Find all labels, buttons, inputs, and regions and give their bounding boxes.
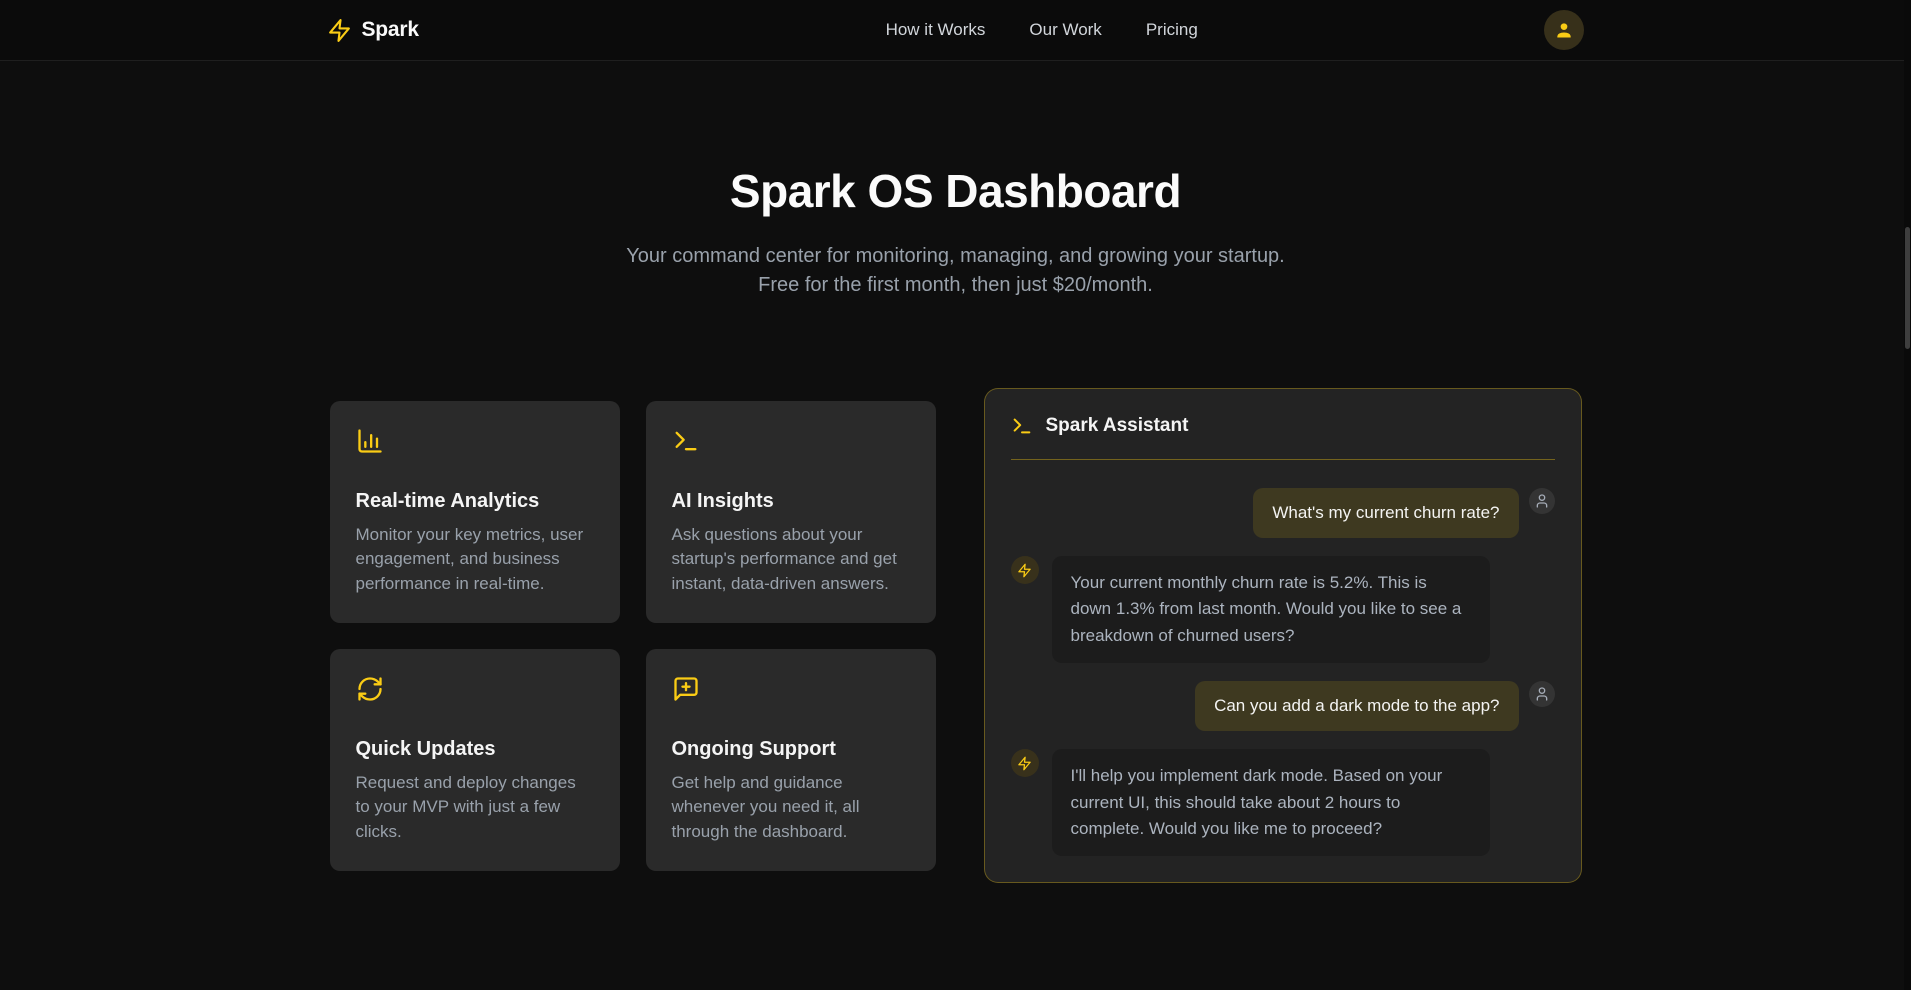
bolt-icon [327, 18, 352, 43]
page-scrollbar-thumb[interactable] [1905, 227, 1910, 349]
user-message-bubble: Can you add a dark mode to the app? [1195, 681, 1518, 731]
user-icon [1534, 686, 1550, 702]
page-scrollbar-track[interactable] [1904, 0, 1911, 990]
feature-grid: Real-time Analytics Monitor your key met… [330, 401, 936, 871]
nav-links: How it Works Our Work Pricing [886, 20, 1198, 40]
feature-description: Request and deploy changes to your MVP w… [356, 771, 594, 845]
refresh-icon [356, 675, 384, 703]
user-icon [1534, 493, 1550, 509]
message-square-plus-icon [672, 675, 700, 703]
account-avatar-button[interactable] [1544, 10, 1584, 50]
feature-card-ai-insights: AI Insights Ask questions about your sta… [646, 401, 936, 623]
terminal-icon [672, 427, 700, 455]
feature-title: Real-time Analytics [356, 490, 594, 513]
user-message-bubble: What's my current churn rate? [1253, 488, 1518, 538]
terminal-icon [1011, 415, 1033, 437]
user-icon [1554, 20, 1574, 40]
nav-link-pricing[interactable]: Pricing [1146, 20, 1198, 40]
feature-title: Quick Updates [356, 738, 594, 761]
assistant-panel-header: Spark Assistant [1011, 415, 1555, 437]
panel-divider [1011, 459, 1555, 460]
user-avatar [1529, 488, 1555, 514]
spark-assistant-panel: Spark Assistant What's my current churn … [984, 388, 1582, 883]
chat-message-assistant: Your current monthly churn rate is 5.2%.… [1011, 556, 1555, 663]
hero-section: Spark OS Dashboard Your command center f… [0, 61, 1911, 300]
feature-title: Ongoing Support [672, 738, 910, 761]
brand-logo[interactable]: Spark [327, 18, 419, 43]
feature-card-realtime-analytics: Real-time Analytics Monitor your key met… [330, 401, 620, 623]
chat-message-assistant: I'll help you implement dark mode. Based… [1011, 749, 1555, 856]
assistant-avatar [1011, 556, 1039, 584]
bolt-icon [1017, 756, 1032, 771]
bolt-icon [1017, 563, 1032, 578]
nav-link-our-work[interactable]: Our Work [1029, 20, 1101, 40]
main-content: Real-time Analytics Monitor your key met… [0, 388, 1911, 883]
assistant-panel-title: Spark Assistant [1046, 415, 1189, 437]
assistant-message-bubble: I'll help you implement dark mode. Based… [1052, 749, 1490, 856]
feature-card-quick-updates: Quick Updates Request and deploy changes… [330, 649, 620, 871]
chat-messages: What's my current churn rate? Your curre… [1011, 488, 1555, 856]
chat-message-user: Can you add a dark mode to the app? [1011, 681, 1555, 731]
feature-description: Get help and guidance whenever you need … [672, 771, 910, 845]
page-subtitle: Your command center for monitoring, mana… [616, 242, 1296, 300]
user-avatar [1529, 681, 1555, 707]
feature-description: Ask questions about your startup's perfo… [672, 523, 910, 597]
feature-description: Monitor your key metrics, user engagemen… [356, 523, 594, 597]
page-title: Spark OS Dashboard [0, 164, 1911, 218]
assistant-message-bubble: Your current monthly churn rate is 5.2%.… [1052, 556, 1490, 663]
nav-container: Spark How it Works Our Work Pricing [327, 10, 1585, 50]
top-nav: Spark How it Works Our Work Pricing [0, 0, 1911, 61]
bar-chart-icon [356, 427, 384, 455]
feature-card-ongoing-support: Ongoing Support Get help and guidance wh… [646, 649, 936, 871]
feature-title: AI Insights [672, 490, 910, 513]
nav-link-how-it-works[interactable]: How it Works [886, 20, 986, 40]
chat-message-user: What's my current churn rate? [1011, 488, 1555, 538]
assistant-avatar [1011, 749, 1039, 777]
brand-name: Spark [362, 18, 419, 42]
